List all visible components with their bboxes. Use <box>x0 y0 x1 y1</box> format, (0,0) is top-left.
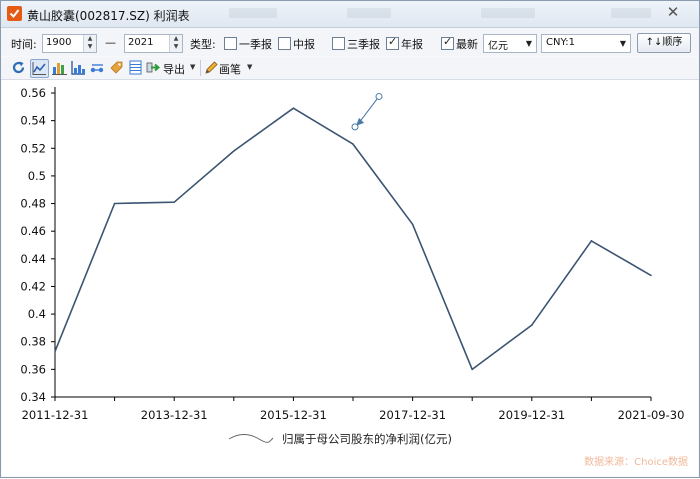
start-year-stepper[interactable]: 1900 ▲ ▼ <box>42 34 97 53</box>
bar-chart-icon[interactable] <box>51 59 68 76</box>
end-year-stepper[interactable]: 2021 ▲ ▼ <box>124 34 183 53</box>
end-year-arrows[interactable]: ▲ ▼ <box>169 35 182 52</box>
y-tick-label: 0.48 <box>20 197 46 211</box>
type-label: 类型: <box>190 38 216 51</box>
currency-value: CNY:1 <box>546 37 575 48</box>
data-point <box>590 240 593 242</box>
background-window-ghost <box>611 8 651 18</box>
legend-swatch <box>228 434 274 443</box>
time-label: 时间: <box>11 38 37 51</box>
y-tick-label: 0.5 <box>28 169 46 183</box>
range-separator: — <box>105 36 116 49</box>
chevron-down-icon: ▼ <box>525 39 532 48</box>
sort-order-button[interactable]: ↑↓顺序 <box>637 33 691 53</box>
x-tick-label: 2013-12-31 <box>141 408 208 422</box>
export-button[interactable]: 导出 <box>163 61 185 77</box>
y-tick-label: 0.34 <box>20 390 46 404</box>
toolbar-separator <box>200 60 201 76</box>
stacked-bar-chart-icon[interactable] <box>70 59 87 76</box>
refresh-icon[interactable] <box>10 59 27 76</box>
data-point <box>531 324 533 326</box>
y-tick-label: 0.36 <box>20 362 46 376</box>
chart-toolbar: 导出 ▼ 画笔 ▼ <box>1 57 699 80</box>
data-point <box>173 201 175 203</box>
annual-checkbox[interactable]: ✓ <box>386 35 399 50</box>
q1-checkbox[interactable] <box>224 37 237 50</box>
currency-select[interactable]: CNY:1 ▼ <box>541 34 631 53</box>
y-tick-label: 0.46 <box>20 224 46 238</box>
q1-label: 一季报 <box>239 38 272 51</box>
y-tick-label: 0.56 <box>20 86 46 100</box>
data-point <box>233 150 235 152</box>
x-tick-label: 2017-12-31 <box>379 408 446 422</box>
line-chart: 0.34 0.36 0.38 0.4 0.42 0.44 0.46 0.48 0.5 0.52 0.… <box>20 86 685 446</box>
filter-bar: 时间: 1900 ▲ ▼ — 2021 ▲ ▼ 类型: 一季报 中报 三季报 ✓… <box>1 28 699 56</box>
export-icon[interactable] <box>145 59 162 76</box>
chart-area: 0.34 0.36 0.38 0.4 0.42 0.44 0.46 0.48 0.5 0.52 0.… <box>2 80 698 476</box>
annual-label: 年报 <box>401 38 423 51</box>
window: 黄山胶囊(002817.SZ) 利润表 ✕ 时间: 1900 ▲ ▼ — 202… <box>0 0 700 478</box>
latest-checkbox[interactable]: ✓ <box>441 35 454 50</box>
data-point <box>113 202 116 205</box>
latest-label: 最新 <box>456 38 478 51</box>
spin-up-icon[interactable]: ▲ <box>84 35 96 43</box>
semi-annual-checkbox[interactable] <box>278 37 291 50</box>
y-tick-label: 0.44 <box>20 252 46 266</box>
title-bar: 黄山胶囊(002817.SZ) 利润表 ✕ <box>1 1 699 28</box>
background-window-ghost <box>229 8 277 18</box>
y-tick-label: 0.4 <box>28 307 46 321</box>
close-button[interactable]: ✕ <box>659 2 687 22</box>
check-icon: ✓ <box>388 35 398 48</box>
end-year-value: 2021 <box>128 37 154 48</box>
export-dropdown-icon[interactable]: ▼ <box>190 63 195 71</box>
source-note: 数据来源：Choice数据 <box>584 457 688 468</box>
y-tick-label: 0.38 <box>20 335 46 349</box>
x-tick-label: 2019-12-31 <box>498 408 565 422</box>
q3-label: 三季报 <box>347 38 380 51</box>
line-chart-icon[interactable] <box>30 59 49 78</box>
annotation-handle <box>351 123 359 131</box>
pen-icon[interactable] <box>203 59 220 76</box>
pen-button[interactable]: 画笔 <box>219 61 241 77</box>
background-window-ghost <box>347 8 391 18</box>
spin-down-icon[interactable]: ▼ <box>170 43 182 51</box>
background-window-ghost <box>481 8 535 18</box>
y-tick-label: 0.42 <box>20 279 46 293</box>
series-line <box>54 107 652 371</box>
scatter-icon[interactable] <box>89 59 106 76</box>
annotation-arrow-line <box>358 96 380 124</box>
y-tick-label: 0.52 <box>20 141 46 155</box>
data-point <box>352 143 354 145</box>
data-point <box>292 107 295 109</box>
start-year-value: 1900 <box>46 37 72 48</box>
data-point <box>471 368 474 371</box>
annotation-handle <box>375 92 383 100</box>
unit-value: 亿元 <box>488 41 508 52</box>
legend-label: 归属于母公司股东的净利润(亿元) <box>282 432 452 446</box>
app-check-icon <box>7 6 22 21</box>
data-point <box>54 350 56 353</box>
semi-annual-label: 中报 <box>293 38 315 51</box>
table-icon[interactable] <box>127 59 144 76</box>
data-point <box>650 274 652 277</box>
pen-dropdown-icon[interactable]: ▼ <box>247 63 252 71</box>
check-icon: ✓ <box>443 35 453 48</box>
spin-down-icon[interactable]: ▼ <box>84 43 96 51</box>
chevron-down-icon: ▼ <box>619 39 626 48</box>
window-title: 黄山胶囊(002817.SZ) 利润表 <box>27 9 190 23</box>
y-tick-label: 0.54 <box>20 114 46 128</box>
x-tick-label: 2011-12-31 <box>22 408 89 422</box>
start-year-arrows[interactable]: ▲ ▼ <box>83 35 96 52</box>
unit-select[interactable]: 亿元 ▼ <box>483 34 537 53</box>
tag-icon[interactable] <box>108 59 125 76</box>
spin-up-icon[interactable]: ▲ <box>170 35 182 43</box>
q3-checkbox[interactable] <box>332 37 345 50</box>
x-tick-label: 2021-09-30 <box>618 408 685 422</box>
x-tick-label: 2015-12-31 <box>260 408 327 422</box>
data-point <box>411 223 414 226</box>
